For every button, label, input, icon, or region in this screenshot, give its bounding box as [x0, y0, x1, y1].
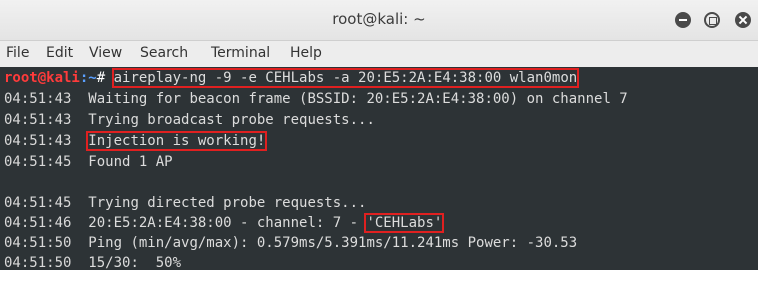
timestamp: 04:51:43	[4, 91, 72, 107]
menu-bar: File Edit View Search Terminal Help	[0, 41, 758, 68]
prompt-path: :~	[79, 70, 97, 86]
menu-help[interactable]: Help	[290, 45, 322, 61]
menu-edit[interactable]: Edit	[46, 45, 73, 61]
timestamp: 04:51:45	[4, 154, 72, 170]
output-line: 04:51:50 Ping (min/avg/max): 0.579ms/5.3…	[4, 233, 577, 253]
timestamp: 04:51:43	[4, 133, 72, 149]
terminal-output[interactable]: root@kali:~# aireplay-ng -9 -e CEHLabs -…	[0, 67, 758, 270]
output-line: 04:51:43 Waiting for beacon frame (BSSID…	[4, 89, 628, 109]
output-text: Ping (min/avg/max): 0.579ms/5.391ms/11.2…	[88, 235, 578, 251]
menu-view[interactable]: View	[89, 45, 122, 61]
output-text: 15/30: 50%	[88, 255, 182, 270]
timestamp: 04:51:50	[4, 235, 72, 251]
menu-search[interactable]: Search	[140, 45, 188, 61]
prompt-user: root@kali	[4, 70, 80, 86]
timestamp: 04:51:45	[4, 195, 72, 211]
title-bar[interactable]: root@kali: ~	[0, 0, 758, 41]
output-text: 20:E5:2A:E4:38:00 - channel: 7 -	[88, 215, 367, 231]
output-line: 04:51:45 Found 1 AP	[4, 152, 173, 172]
timestamp: 04:51:43	[4, 112, 72, 128]
output-text: Trying broadcast probe requests...	[88, 112, 375, 128]
output-line: 04:51:43 Injection is working!	[4, 131, 268, 151]
output-text: Waiting for beacon frame (BSSID: 20:E5:2…	[88, 91, 628, 107]
timestamp: 04:51:50	[4, 255, 72, 270]
window-title: root@kali: ~	[332, 10, 426, 28]
minimize-icon[interactable]	[675, 12, 691, 28]
prompt-line: root@kali:~# aireplay-ng -9 -e CEHLabs -…	[4, 68, 580, 88]
menu-file[interactable]: File	[6, 45, 29, 61]
command-text: aireplay-ng -9 -e CEHLabs -a 20:E5:2A:E4…	[111, 68, 580, 88]
close-icon[interactable]	[735, 12, 751, 28]
output-line: 04:51:43 Trying broadcast probe requests…	[4, 110, 375, 130]
output-line: 04:51:45 Trying directed probe requests.…	[4, 193, 366, 213]
maximize-icon[interactable]	[704, 12, 720, 28]
terminal-window: root@kali: ~ File Edit View Search Termi…	[0, 0, 758, 270]
output-line: 04:51:50 15/30: 50%	[4, 253, 181, 270]
menu-terminal[interactable]: Terminal	[211, 45, 270, 61]
output-text: Trying directed probe requests...	[88, 195, 367, 211]
prompt-symbol: #	[96, 70, 106, 86]
timestamp: 04:51:46	[4, 215, 72, 231]
ssid-highlighted: 'CEHLabs'	[364, 213, 445, 233]
output-text-highlighted: Injection is working!	[86, 131, 268, 151]
output-text: Found 1 AP	[88, 154, 173, 170]
output-line: 04:51:46 20:E5:2A:E4:38:00 - channel: 7 …	[4, 213, 445, 233]
